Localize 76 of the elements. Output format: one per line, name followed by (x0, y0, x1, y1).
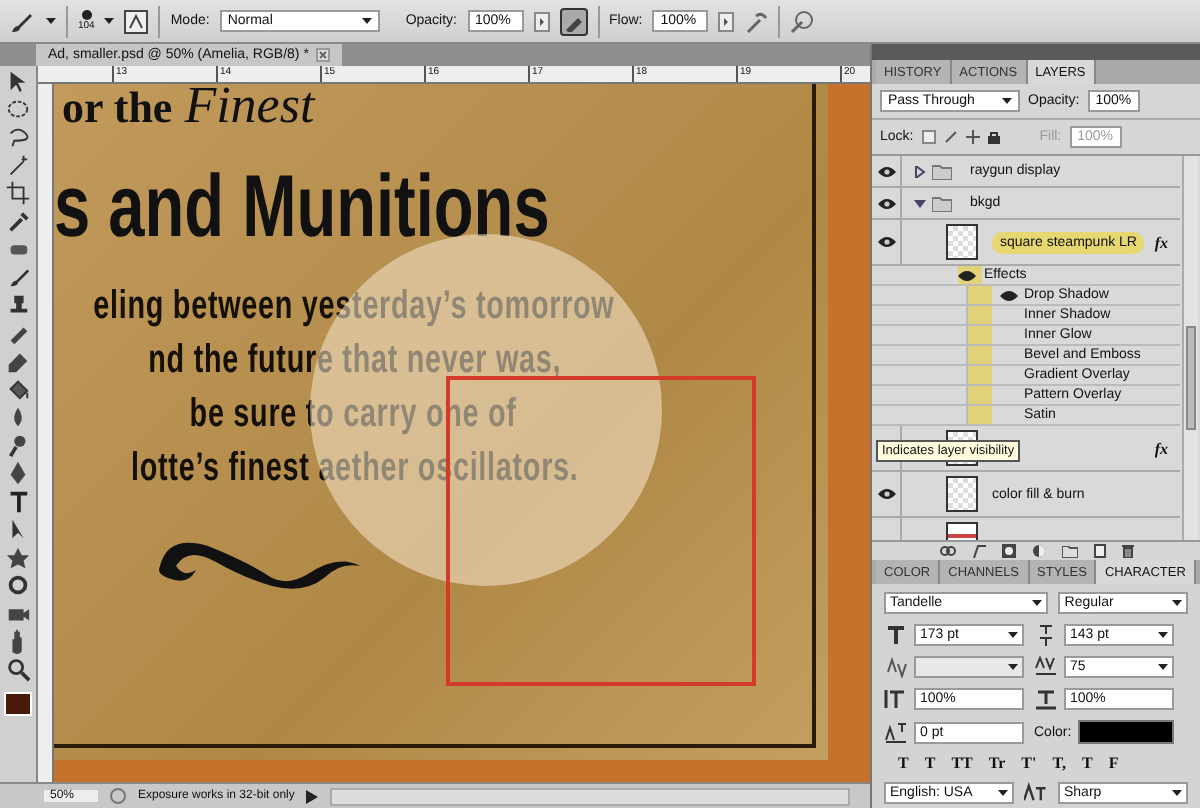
lock-transparency-icon[interactable] (921, 130, 936, 144)
caret-icon (1032, 600, 1043, 606)
caret-icon (1008, 664, 1018, 670)
brush-tip-icon[interactable] (81, 10, 92, 20)
type-style-button[interactable]: T (892, 754, 915, 772)
antialias-icon[interactable] (1024, 782, 1048, 804)
link-icon[interactable] (939, 546, 955, 556)
type-style-button[interactable]: TT (945, 754, 979, 772)
eye-icon[interactable] (877, 197, 895, 209)
layer-thumbnail[interactable] (946, 476, 978, 512)
adjustment-icon[interactable] (1031, 544, 1045, 558)
foreground-color-swatch[interactable] (4, 692, 32, 716)
leading-icon[interactable] (1034, 624, 1058, 646)
eyedropper-tool-icon[interactable] (4, 208, 32, 234)
caret-icon (1002, 98, 1012, 104)
mask-icon[interactable] (1001, 544, 1015, 558)
slider-arrow-icon[interactable] (718, 11, 735, 31)
vertical-scale-icon[interactable] (884, 688, 908, 710)
caret-icon (46, 18, 56, 24)
caret-icon (1158, 664, 1168, 670)
poster-title: s and Munitions (54, 164, 550, 252)
lock-position-icon[interactable] (965, 130, 980, 144)
zoom-tool-icon[interactable] (4, 656, 32, 682)
kerning-icon[interactable] (884, 656, 908, 678)
rotate-3d-tool-icon[interactable] (4, 572, 32, 598)
add-style-icon[interactable] (971, 544, 985, 558)
lasso-tool-icon[interactable] (4, 124, 32, 150)
type-style-button[interactable]: F (1102, 754, 1125, 772)
poster-text-line: nd the future that never was, (147, 338, 561, 382)
eye-icon[interactable] (958, 269, 976, 281)
collapsed-triangle-icon[interactable] (914, 165, 926, 177)
poster-text: or the (62, 86, 173, 130)
eye-icon[interactable] (999, 289, 1017, 301)
type-style-button[interactable]: T' (1015, 754, 1043, 772)
caret-icon (361, 18, 372, 24)
status-icon[interactable] (110, 788, 126, 804)
vertical-scrollbar[interactable] (1182, 156, 1198, 540)
tracking-icon[interactable] (1034, 656, 1058, 678)
eye-icon[interactable] (877, 488, 895, 500)
baseline-shift-icon[interactable] (884, 721, 908, 743)
horizontal-scale-icon[interactable] (1034, 688, 1058, 710)
trash-icon[interactable] (1121, 544, 1133, 558)
caret-icon (1172, 790, 1182, 796)
text-color-swatch[interactable] (1077, 720, 1174, 744)
bucket-tool-icon[interactable] (4, 376, 32, 402)
marquee-tool-icon[interactable] (4, 96, 32, 122)
tablet-pressure-icon[interactable] (744, 9, 769, 33)
eye-icon[interactable] (877, 165, 895, 177)
slider-arrow-icon[interactable] (533, 11, 549, 31)
padlock-icon[interactable] (987, 130, 1000, 144)
play-arrow-icon[interactable] (306, 789, 319, 803)
caret-icon (1158, 632, 1168, 638)
wand-tool-icon[interactable] (4, 152, 32, 178)
crop-tool-icon[interactable] (4, 180, 32, 206)
effects-badge[interactable]: fx (1154, 233, 1168, 251)
layer-thumbnail[interactable] (946, 224, 978, 260)
type-style-button[interactable]: T (1075, 754, 1099, 772)
caret-icon (998, 790, 1008, 796)
poster-script-text: Finest (184, 84, 315, 128)
new-layer-icon[interactable] (1093, 544, 1105, 558)
poster-text-line: eling between yesterday’s tomorrow (93, 284, 615, 328)
effects-badge[interactable]: fx (1154, 439, 1168, 457)
expanded-triangle-icon[interactable] (914, 197, 926, 209)
brush-panel-icon[interactable] (124, 9, 149, 33)
caret-icon (1008, 632, 1018, 638)
type-style-button[interactable]: T (918, 754, 942, 772)
type-style-button[interactable]: T, (1046, 754, 1072, 772)
type-style-button[interactable]: Tr (982, 754, 1012, 772)
font-size-icon[interactable] (884, 624, 908, 646)
shape-tool-icon[interactable] (4, 544, 32, 570)
horizontal-scrollbar[interactable] (330, 787, 850, 805)
close-icon[interactable] (316, 48, 331, 62)
eye-icon[interactable] (877, 236, 895, 248)
caret-icon (104, 18, 115, 24)
lock-pixels-icon[interactable] (943, 130, 958, 144)
caret-icon (1172, 600, 1182, 606)
